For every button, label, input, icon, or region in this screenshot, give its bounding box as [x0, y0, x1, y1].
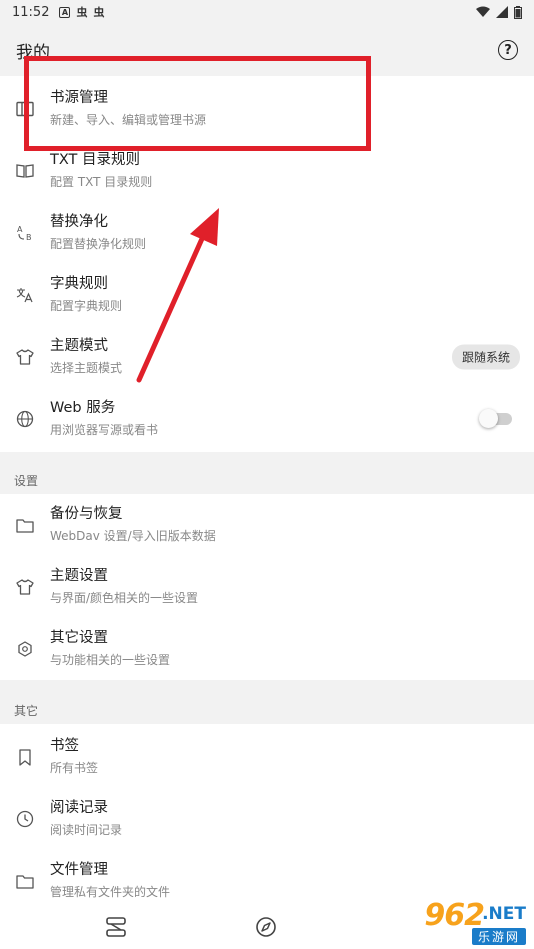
row-subtitle: 用浏览器写源或看书: [50, 423, 159, 437]
bug-notification-icon: 虫: [76, 6, 88, 19]
row-txt-toc-rules[interactable]: TXT 目录规则 配置 TXT 目录规则: [0, 140, 534, 202]
row-subtitle: WebDav 设置/导入旧版本数据: [50, 529, 216, 543]
row-title: 替换净化: [50, 214, 108, 230]
notification-a-icon: A: [59, 6, 71, 18]
status-bar: 11:52 A 虫 虫: [0, 0, 534, 24]
row-title: 书签: [50, 738, 79, 754]
row-subtitle: 配置替换净化规则: [50, 237, 147, 251]
row-title: 字典规则: [50, 276, 108, 292]
clock-icon: [15, 809, 35, 829]
row-subtitle: 所有书签: [50, 761, 99, 775]
row-title: 文件管理: [50, 862, 108, 878]
row-title: 书源管理: [50, 90, 108, 106]
row-dictionary-rules[interactable]: 字典规则 配置字典规则: [0, 264, 534, 326]
help-button[interactable]: ?: [498, 40, 518, 60]
shirt-icon: [15, 347, 35, 367]
watermark-logo: 962 .NET 乐游网: [404, 898, 528, 945]
nav-bookshelf-icon[interactable]: [105, 916, 127, 938]
row-subtitle: 与界面/颜色相关的一些设置: [50, 591, 199, 605]
bookmark-icon: [15, 747, 35, 767]
row-title: 主题设置: [50, 568, 108, 584]
globe-icon: [15, 409, 35, 429]
row-subtitle: 选择主题模式: [50, 361, 123, 375]
open-book-icon: [15, 161, 35, 181]
row-web-service[interactable]: Web 服务 用浏览器写源或看书: [0, 388, 534, 450]
section-label-other: 其它: [14, 704, 39, 718]
settings-section: 备份与恢复 WebDav 设置/导入旧版本数据 主题设置 与界面/颜色相关的一些…: [0, 494, 534, 680]
gear-icon: [15, 639, 35, 659]
folder-icon: [15, 871, 35, 891]
row-replace-purify[interactable]: AB 替换净化 配置替换净化规则: [0, 202, 534, 264]
row-subtitle: 配置字典规则: [50, 299, 123, 313]
row-reading-history[interactable]: 阅读记录 阅读时间记录: [0, 788, 534, 850]
row-title: 备份与恢复: [50, 506, 123, 522]
other-section: 书签 所有书签 阅读记录 阅读时间记录 文件管理 管理私有文件夹的文件: [0, 724, 534, 906]
web-service-switch[interactable]: [479, 409, 512, 428]
row-theme-mode[interactable]: 主题模式 选择主题模式 跟随系统: [0, 326, 534, 388]
page-title: 我的: [16, 42, 50, 63]
row-theme-settings[interactable]: 主题设置 与界面/颜色相关的一些设置: [0, 556, 534, 618]
row-book-source[interactable]: 书源管理 新建、导入、编辑或管理书源: [0, 78, 534, 140]
row-subtitle: 与功能相关的一些设置: [50, 653, 171, 667]
row-title: 阅读记录: [50, 800, 108, 816]
bug-notification-icon: 虫: [93, 6, 105, 19]
battery-icon: [514, 5, 522, 19]
row-subtitle: 阅读时间记录: [50, 823, 123, 837]
main-section: 书源管理 新建、导入、编辑或管理书源 TXT 目录规则 配置 TXT 目录规则 …: [0, 76, 534, 452]
watermark-chinese: 乐游网: [471, 928, 526, 945]
nav-explore-icon[interactable]: [255, 916, 277, 938]
signal-icon: [496, 6, 508, 18]
row-bookmarks[interactable]: 书签 所有书签: [0, 726, 534, 788]
row-backup-restore[interactable]: 备份与恢复 WebDav 设置/导入旧版本数据: [0, 494, 534, 556]
svg-text:B: B: [26, 233, 32, 242]
section-label-settings: 设置: [14, 474, 39, 488]
top-app-bar: 我的 ?: [0, 24, 534, 76]
book-source-icon: [15, 99, 35, 119]
svg-text:A: A: [17, 225, 23, 234]
status-time: 11:52: [12, 4, 50, 20]
row-title: Web 服务: [50, 400, 116, 416]
row-subtitle: 配置 TXT 目录规则: [50, 175, 153, 189]
row-other-settings[interactable]: 其它设置 与功能相关的一些设置: [0, 618, 534, 680]
row-title: TXT 目录规则: [50, 152, 141, 168]
help-icon: ?: [504, 42, 512, 58]
row-subtitle: 管理私有文件夹的文件: [50, 885, 171, 899]
wifi-icon: [476, 6, 490, 17]
folder-icon: [15, 515, 35, 535]
replace-icon: AB: [15, 223, 35, 243]
translate-icon: [15, 285, 35, 305]
theme-mode-chip[interactable]: 跟随系统: [451, 344, 520, 370]
row-subtitle: 新建、导入、编辑或管理书源: [50, 113, 207, 127]
shirt-icon: [15, 577, 35, 597]
row-title: 其它设置: [50, 630, 108, 646]
row-title: 主题模式: [50, 338, 108, 354]
switch-knob: [479, 409, 498, 428]
watermark-suffix: .NET: [482, 904, 526, 924]
